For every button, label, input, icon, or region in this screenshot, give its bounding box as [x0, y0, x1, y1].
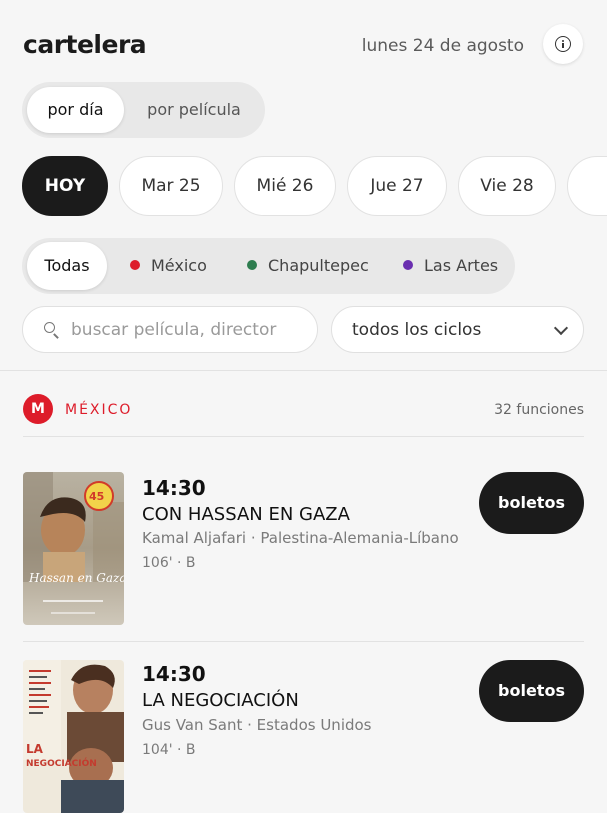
film-duration: 106' · B [142, 555, 196, 571]
cycles-select[interactable]: todos los ciclos [331, 306, 584, 353]
info-icon [555, 36, 571, 52]
svg-text:NEGOCIACIÓN: NEGOCIACIÓN [26, 757, 97, 769]
venue-todas[interactable]: Todas [27, 242, 107, 290]
view-toggle: por día por película [22, 82, 265, 138]
film-poster-image: LA NEGOCIACIÓN [23, 660, 124, 813]
current-date: lunes 24 de agosto [361, 36, 524, 56]
day-vie-28[interactable]: Vie 28 [458, 156, 556, 216]
screening-item: LA NEGOCIACIÓN 14:30 LA NEGOCIACIÓN Gus … [0, 660, 607, 813]
day-selector: HOY Mar 25 Mié 26 Jue 27 Vie 28 [0, 155, 607, 219]
venue-label: Las Artes [424, 256, 499, 275]
venue-dot-las-artes [403, 259, 413, 270]
day-next-partial[interactable] [567, 156, 607, 216]
film-meta: Gus Van Sant · Estados Unidos [142, 716, 372, 734]
venue-filter: Todas México Chapultepec Las Artes [22, 238, 515, 294]
search-box [22, 306, 318, 353]
film-title[interactable]: LA NEGOCIACIÓN [142, 690, 299, 711]
screening-item: 45 Hassan en Gaza 14:30 CON HASSAN EN GA… [0, 472, 607, 632]
day-mie-26[interactable]: Mié 26 [234, 156, 336, 216]
day-mar-25[interactable]: Mar 25 [119, 156, 223, 216]
info-button[interactable] [543, 24, 583, 64]
film-duration: 104' · B [142, 742, 196, 758]
chevron-down-icon [553, 320, 569, 336]
showtime: 14:30 [142, 662, 206, 686]
venue-label: Chapultepec [268, 256, 369, 275]
tickets-button[interactable]: boletos [479, 472, 584, 534]
venue-mexico[interactable]: México [130, 242, 207, 290]
divider [23, 436, 584, 437]
film-meta: Kamal Aljafari · Palestina-Alemania-Líba… [142, 529, 459, 547]
search-icon [44, 322, 55, 333]
venue-dot-chapultepec [247, 259, 257, 270]
venue-chapultepec[interactable]: Chapultepec [247, 242, 369, 290]
header: cartelera lunes 24 de agosto [0, 0, 607, 90]
page-title: cartelera [23, 30, 147, 59]
film-poster-image: 45 Hassan en Gaza [23, 472, 124, 625]
svg-text:Hassan en Gaza: Hassan en Gaza [28, 571, 124, 585]
divider [23, 641, 584, 642]
cycles-select-value: todos los ciclos [352, 320, 482, 340]
svg-text:LA: LA [26, 742, 44, 756]
search-input[interactable] [71, 307, 303, 352]
showings-count: 32 funciones [494, 402, 584, 418]
venue-label: México [151, 256, 207, 275]
svg-text:45: 45 [89, 490, 104, 503]
venue-section-title: MÉXICO [65, 402, 133, 418]
venue-dot-mexico [130, 259, 140, 270]
day-jue-27[interactable]: Jue 27 [347, 156, 447, 216]
divider [0, 370, 607, 371]
venue-badge: M [23, 394, 53, 424]
venue-las-artes[interactable]: Las Artes [403, 242, 498, 290]
toggle-by-film[interactable]: por película [134, 87, 254, 133]
showtime: 14:30 [142, 476, 206, 500]
film-poster[interactable]: 45 Hassan en Gaza [23, 472, 124, 625]
film-title[interactable]: CON HASSAN EN GAZA [142, 504, 350, 525]
film-poster[interactable]: LA NEGOCIACIÓN [23, 660, 124, 813]
venue-section-header: M MÉXICO 32 funciones [0, 392, 607, 428]
toggle-by-day[interactable]: por día [27, 87, 124, 133]
day-today[interactable]: HOY [22, 156, 108, 216]
tickets-button[interactable]: boletos [479, 660, 584, 722]
